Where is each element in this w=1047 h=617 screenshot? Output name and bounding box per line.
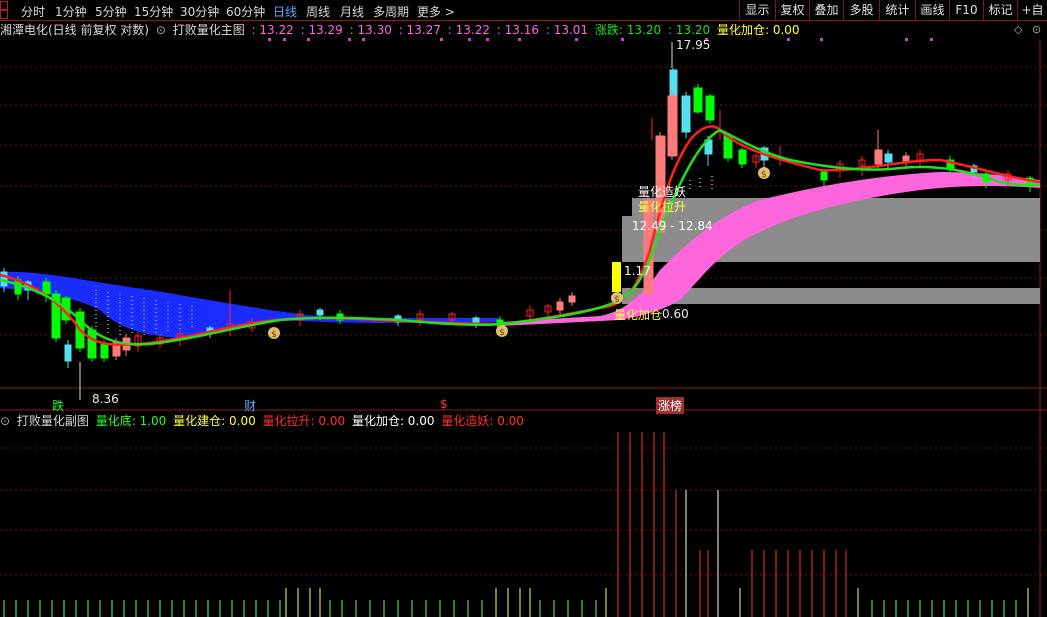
high-price-label: 17.95: [676, 38, 711, 52]
display-button[interactable]: 显示: [739, 0, 775, 20]
draw-line-button[interactable]: 画线: [915, 0, 949, 20]
period-15min[interactable]: 15分钟: [134, 3, 173, 20]
signal-dots: [268, 38, 933, 41]
sub-lasheng-value: 量化拉升: 0.00: [262, 414, 346, 428]
period-60min[interactable]: 60分钟: [226, 3, 265, 20]
lasheng-label: 量化拉升: [638, 200, 687, 214]
sub-jiancang-value: 量化建仓: 0.00: [173, 414, 256, 428]
mark-button[interactable]: 标记: [983, 0, 1017, 20]
panel-marker-icon: [0, 1, 8, 10]
kline-chart[interactable]: $ $ $ $: [0, 20, 1047, 617]
period-1min[interactable]: 1分钟: [55, 3, 87, 20]
period-more[interactable]: 更多 >: [417, 3, 455, 20]
add-watchlist-button[interactable]: +自选: [1017, 0, 1047, 20]
coin-icon-1: $: [268, 327, 280, 340]
sub-zaoyao-value: 量化造妖: 0.00: [441, 414, 524, 428]
sub-toggle-icon[interactable]: ⊙: [0, 414, 10, 428]
sub-indicator-name[interactable]: 打败量化副图: [17, 414, 89, 428]
f10-button[interactable]: F10: [949, 0, 983, 20]
svg-text:$: $: [499, 328, 505, 338]
statistics-button[interactable]: 统计: [879, 0, 915, 20]
jiacang-label: 量化加仓: [614, 308, 663, 322]
price-17-label: 1.17: [624, 264, 651, 278]
panel-marker-icon: [0, 10, 8, 19]
sub-di-value: 量化底: 1.00: [95, 414, 167, 428]
period-5min[interactable]: 5分钟: [95, 3, 127, 20]
volume-bars: [3, 432, 1029, 617]
sub-indicator-bar: ⊙ 打败量化副图 量化底: 1.00 量化建仓: 0.00 量化拉升: 0.00…: [0, 412, 527, 428]
period-weekly[interactable]: 周线: [306, 3, 330, 20]
price-060-label: 0.60: [662, 307, 689, 321]
coin-icon-4: $: [758, 167, 770, 180]
low-price-label: 8.36: [92, 392, 119, 406]
period-30min[interactable]: 30分钟: [180, 3, 219, 20]
overlay-button[interactable]: 叠加: [809, 0, 843, 20]
period-toolbar: 分时 1分钟 5分钟 15分钟 30分钟 60分钟 日线 周线 月线 多周期 更…: [0, 0, 1047, 21]
svg-text:$: $: [761, 170, 767, 180]
period-monthly[interactable]: 月线: [340, 3, 364, 20]
svg-text:$: $: [614, 295, 620, 305]
range-label: 12.49 - 12.84: [632, 219, 713, 233]
svg-text:$: $: [271, 330, 277, 340]
period-daily[interactable]: 日线: [273, 3, 297, 20]
zhangting-marker: 涨榜: [656, 397, 685, 414]
multi-stock-button[interactable]: 多股: [843, 0, 879, 20]
yellow-candle: [612, 262, 621, 292]
dollar-marker: $: [440, 397, 448, 411]
sub-jiacang-value: 量化加仓: 0.00: [351, 414, 435, 428]
period-multi[interactable]: 多周期: [373, 3, 409, 20]
restore-rights-button[interactable]: 复权: [775, 0, 809, 20]
period-minute-time[interactable]: 分时: [21, 3, 45, 20]
coin-icon-2: $: [496, 325, 508, 338]
